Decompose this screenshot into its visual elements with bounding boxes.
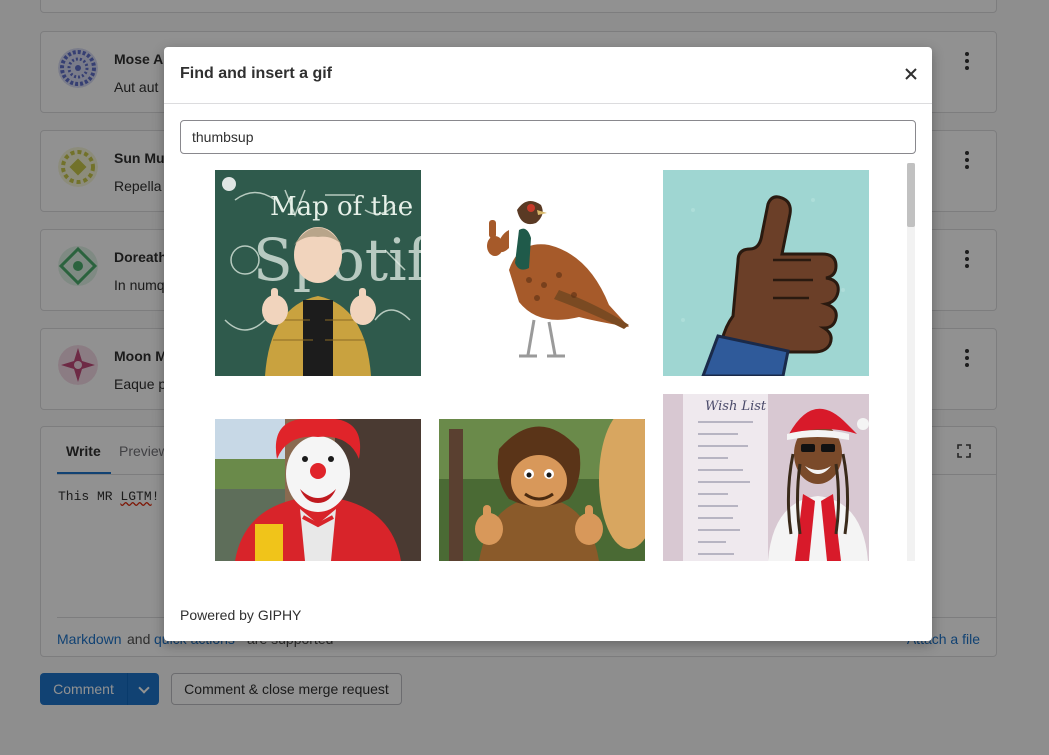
gif-clown-thumbs-up[interactable] [215,419,421,561]
gif-pheasant-thumbs-up[interactable] [439,170,645,376]
gif-picker-modal: Find and insert a gif Map of the Spotify [164,47,932,641]
modal-title: Find and insert a gif [180,65,333,82]
gif-results-grid: Map of the Spotify [215,170,905,561]
scrollbar-thumb[interactable] [907,163,915,227]
gif-caveman-thumbs-up[interactable] [439,419,645,561]
powered-by-giphy: Powered by GIPHY [180,607,302,623]
svg-text:Wish List: Wish List [705,399,767,414]
gif-search-input[interactable] [180,120,916,154]
gif-hand-thumbs-up[interactable] [663,170,869,376]
gif-kpop-thumbs-up[interactable]: Map of the Spotify [215,170,421,376]
svg-text:Map of the: Map of the [270,192,413,222]
gif-results-scrollbar[interactable] [907,163,915,561]
close-icon[interactable] [904,67,918,81]
modal-header: Find and insert a gif [164,47,932,104]
gif-wish-list-thumbs-up[interactable]: Wish List [663,394,869,561]
